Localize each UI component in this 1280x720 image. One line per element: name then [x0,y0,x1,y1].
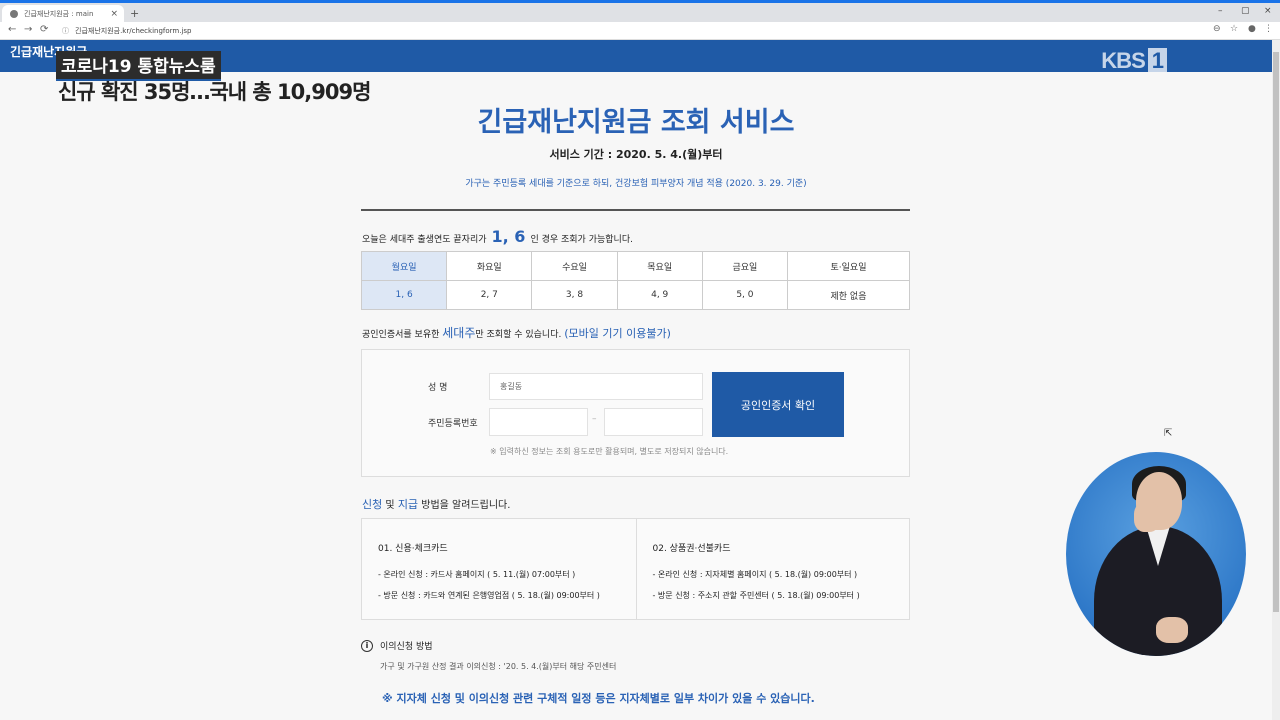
method-voucher-title: 02. 상품권·선불카드 [652,544,731,554]
methods-apply: 신청 [362,498,383,511]
cert-pre: 공인인증서를 보유한 [362,330,440,340]
forward-button[interactable]: → [24,24,32,35]
cert-check-button[interactable]: 공인인증서 확인 [712,372,844,437]
digit-cell: 3, 8 [531,280,618,310]
kbs-logo-number: 1 [1147,48,1167,74]
info-icon: i [361,639,373,652]
weekday-cell: 금요일 [701,251,789,281]
kbs-logo: KBS 1 [1101,48,1167,74]
interpreter-hand [1134,502,1160,532]
household-note: 가구는 주민등록 세대를 기준으로 하되, 건강보험 피부양자 개념 적용 (2… [465,179,807,189]
kbs-logo-text: KBS [1101,48,1145,73]
weekday-cell: 화요일 [446,251,533,281]
methods-heading: 신청 및 지급 방법을 알려드립니다. [362,496,510,512]
weekday-cell: 월요일 [360,251,448,281]
digits-row: 1, 6 2, 7 3, 8 4, 9 5, 0 제한 없음 [360,280,910,310]
tab-title: 긴급재난지원금 : main [24,10,94,18]
schedule-footnote: ※ 지자체 신청 및 이의신청 관련 구체적 일정 등은 지자체별로 일부 차이… [382,692,815,705]
weekday-cell: 토·일요일 [787,251,910,281]
cert-mobile-note: (모바일 기기 이용불가) [564,327,671,340]
mouse-cursor-icon: ⇱ [1164,428,1173,439]
method-voucher-line: - 방문 신청 : 주소지 관할 주민센터 ( 5. 18.(월) 09:00부… [652,591,860,600]
address-bar-row: ← → ⟳ ⓘ 긴급재난지원금.kr/checkingform.jsp ⊖ ☆ … [0,22,1280,40]
scrollbar-thumb[interactable] [1273,52,1279,612]
page-scrollbar[interactable] [1272,40,1280,720]
back-button[interactable]: ← [8,24,16,35]
digit-cell: 2, 7 [446,280,533,310]
cert-householder: 세대주 [442,326,476,340]
browser-tab-bar: 긴급재난지원금 : main × + – ▢ × [0,0,1280,23]
rrn-back-field[interactable] [604,408,703,436]
rrn-dash: – [592,414,597,424]
method-card-line: - 방문 신청 : 카드와 연계된 은행영업점 ( 5. 18.(월) 09:0… [378,591,600,600]
rrn-label: 주민등록번호 [428,419,478,429]
weekday-table: 월요일 화요일 수요일 목요일 금요일 토·일요일 1, 6 2, 7 3, 8… [360,251,910,310]
url-text: 긴급재난지원금.kr/checkingform.jsp [75,27,192,35]
lookup-form: 성 명 홍길동 주민등록번호 – 공인인증서 확인 ※ 입력하신 정보는 조회 … [361,349,910,477]
browser-menu-icon[interactable]: ⋮ [1264,24,1273,34]
name-field[interactable]: 홍길동 [489,373,703,400]
service-period: 서비스 기간 : 2020. 5. 4.(월)부터 [549,148,723,161]
objection-title: 이의신청 방법 [380,642,433,652]
browser-tab[interactable]: 긴급재난지원금 : main × [2,5,124,23]
divider [361,209,910,211]
method-card: 01. 신용·체크카드 - 온라인 신청 : 카드사 홈페이지 ( 5. 11.… [362,519,636,619]
objection-text: 가구 및 가구원 산정 결과 이의신청 : '20. 5. 4.(월)부터 해당… [380,662,617,671]
zoom-icon[interactable]: ⊖ [1213,24,1221,34]
today-pre: 오늘은 세대주 출생연도 끝자리가 [362,235,487,245]
minimize-button[interactable]: – [1218,6,1223,16]
favicon-icon [10,10,18,18]
method-card-line: - 온라인 신청 : 카드사 홈페이지 ( 5. 11.(월) 07:00부터 … [378,570,576,579]
reload-button[interactable]: ⟳ [40,24,48,35]
digit-cell: 4, 9 [616,280,703,310]
weekday-cell: 수요일 [531,251,618,281]
digit-cell: 1, 6 [360,280,448,310]
page-content: 긴급재난지원금 조회 서비스 서비스 기간 : 2020. 5. 4.(월)부터… [0,72,1272,720]
methods-pay: 지급 [397,498,419,511]
digit-cell: 제한 없음 [787,280,910,310]
tab-close-icon[interactable]: × [110,9,118,19]
cert-notice: 공인인증서를 보유한 세대주만 조회할 수 있습니다. (모바일 기기 이용불가… [362,324,671,341]
weekday-header-row: 월요일 화요일 수요일 목요일 금요일 토·일요일 [360,251,910,281]
cert-mid: 만 조회할 수 있습니다. [475,330,562,340]
site-info-icon[interactable]: ⓘ [62,26,69,36]
today-notice: 오늘은 세대주 출생연도 끝자리가 1, 6 인 경우 조회가 가능합니다. [362,227,633,246]
interpreter-hand [1156,617,1188,643]
today-post: 인 경우 조회가 가능합니다. [530,235,633,245]
digit-cell: 5, 0 [701,280,789,310]
account-icon[interactable]: ● [1248,24,1256,34]
rrn-front-field[interactable] [489,408,588,436]
maximize-button[interactable]: ▢ [1241,6,1250,16]
method-card-title: 01. 신용·체크카드 [378,544,448,554]
privacy-note: ※ 입력하신 정보는 조회 용도로만 활용되며, 별도로 저장되지 않습니다. [490,447,729,456]
new-tab-button[interactable]: + [130,7,139,20]
methods-post: 방법을 알려드립니다. [418,500,511,511]
window-close-button[interactable]: × [1264,6,1272,16]
sign-language-interpreter [1066,452,1246,656]
url-field[interactable]: ⓘ 긴급재난지원금.kr/checkingform.jsp [62,24,1212,38]
objection-heading: i 이의신청 방법 [361,639,433,652]
bookmark-star-icon[interactable]: ☆ [1230,24,1238,34]
methods-box: 01. 신용·체크카드 - 온라인 신청 : 카드사 홈페이지 ( 5. 11.… [361,518,910,620]
method-voucher: 02. 상품권·선불카드 - 온라인 신청 : 지자체별 홈페이지 ( 5. 1… [635,519,910,619]
methods-and: 및 [382,500,398,511]
weekday-cell: 목요일 [616,251,703,281]
today-digits: 1, 6 [491,227,526,246]
method-voucher-line: - 온라인 신청 : 지자체별 홈페이지 ( 5. 18.(월) 09:00부터… [652,570,858,579]
news-headline: 신규 확진 35명…국내 총 10,909명 [58,80,371,104]
name-label: 성 명 [428,383,448,393]
